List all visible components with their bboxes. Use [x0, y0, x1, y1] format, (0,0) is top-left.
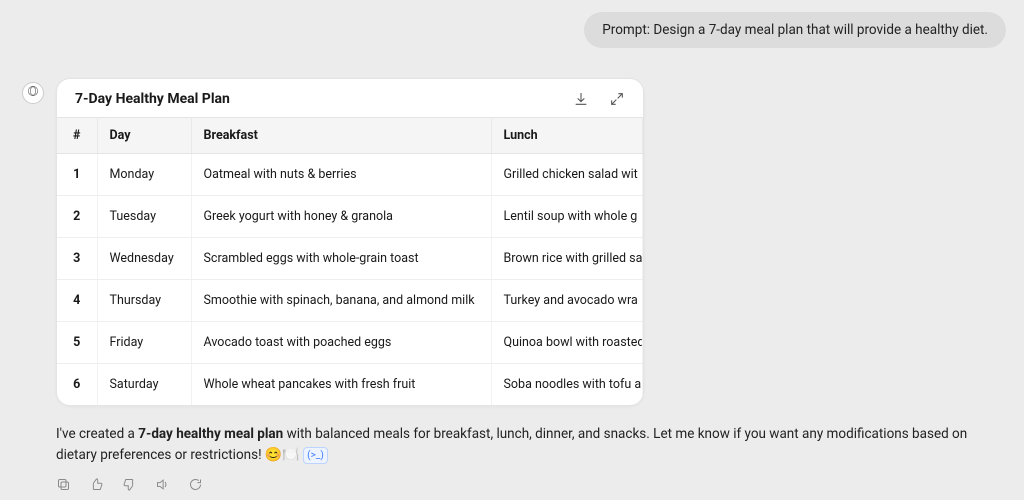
cell-breakfast: Greek yogurt with honey & granola [191, 196, 491, 238]
table-header-row: # Day Breakfast Lunch [57, 118, 643, 154]
cell-index: 5 [57, 322, 97, 364]
assistant-block: 7-Day Healthy Meal Plan # Day Breakfast [22, 78, 1006, 492]
cell-breakfast: Oatmeal with nuts & berries [191, 154, 491, 196]
card-title: 7-Day Healthy Meal Plan [75, 91, 230, 107]
cell-breakfast: Smoothie with spinach, banana, and almon… [191, 280, 491, 322]
cell-lunch: Grilled chicken salad wit [491, 154, 643, 196]
table-row: 2 Tuesday Greek yogurt with honey & gran… [57, 196, 643, 238]
cell-breakfast: Whole wheat pancakes with fresh fruit [191, 364, 491, 406]
message-actions [56, 477, 1006, 492]
user-prompt-text: Prompt: Design a 7-day meal plan that wi… [602, 22, 988, 38]
meal-plan-table: # Day Breakfast Lunch 1 Monday Oatmeal w… [57, 117, 643, 405]
expand-icon[interactable] [609, 91, 625, 107]
assistant-reply-text: I've created a 7-day healthy meal plan w… [56, 424, 996, 467]
cell-day: Friday [97, 322, 191, 364]
table-row: 5 Friday Avocado toast with poached eggs… [57, 322, 643, 364]
cell-day: Thursday [97, 280, 191, 322]
download-icon[interactable] [573, 91, 589, 107]
table-row: 3 Wednesday Scrambled eggs with whole-gr… [57, 238, 643, 280]
reply-emoji: 😊🍽️ [265, 447, 300, 463]
meal-plan-card: 7-Day Healthy Meal Plan # Day Breakfast [56, 78, 644, 406]
cell-breakfast: Scrambled eggs with whole-grain toast [191, 238, 491, 280]
col-breakfast: Breakfast [191, 118, 491, 154]
cell-lunch: Brown rice with grilled sa [491, 238, 643, 280]
col-day: Day [97, 118, 191, 154]
cell-index: 4 [57, 280, 97, 322]
reply-bold: 7-day healthy meal plan [138, 426, 283, 442]
speaker-icon[interactable] [155, 477, 170, 492]
cell-lunch: Quinoa bowl with roasted [491, 322, 643, 364]
regenerate-icon[interactable] [188, 477, 203, 492]
cell-day: Tuesday [97, 196, 191, 238]
cell-index: 1 [57, 154, 97, 196]
cell-day: Monday [97, 154, 191, 196]
copy-icon[interactable] [56, 477, 71, 492]
cell-index: 3 [57, 238, 97, 280]
cell-day: Wednesday [97, 238, 191, 280]
table-row: 4 Thursday Smoothie with spinach, banana… [57, 280, 643, 322]
cell-breakfast: Avocado toast with poached eggs [191, 322, 491, 364]
thumbs-up-icon[interactable] [89, 477, 104, 492]
card-actions [573, 91, 625, 107]
cell-index: 2 [57, 196, 97, 238]
card-header: 7-Day Healthy Meal Plan [57, 79, 643, 117]
openai-logo-icon [26, 84, 40, 102]
table-row: 6 Saturday Whole wheat pancakes with fre… [57, 364, 643, 406]
cell-day: Saturday [97, 364, 191, 406]
thumbs-down-icon[interactable] [122, 477, 137, 492]
user-prompt-bubble: Prompt: Design a 7-day meal plan that wi… [584, 12, 1006, 48]
cell-lunch: Lentil soup with whole g [491, 196, 643, 238]
cell-index: 6 [57, 364, 97, 406]
code-badge[interactable]: (>_) [303, 447, 328, 465]
col-index: # [57, 118, 97, 154]
reply-pre: I've created a [56, 426, 138, 442]
table-row: 1 Monday Oatmeal with nuts & berries Gri… [57, 154, 643, 196]
cell-lunch: Soba noodles with tofu a [491, 364, 643, 406]
cell-lunch: Turkey and avocado wra [491, 280, 643, 322]
assistant-avatar [22, 82, 44, 104]
col-lunch: Lunch [491, 118, 643, 154]
